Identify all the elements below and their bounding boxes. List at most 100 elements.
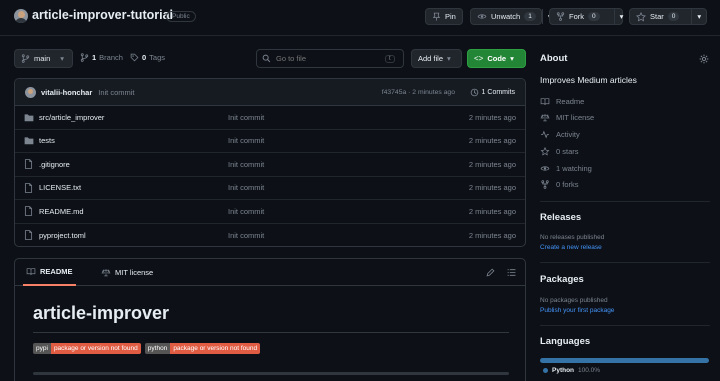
fork-label: Fork [569,12,584,21]
repo-description: Improves Medium articles [540,75,637,85]
file-icon [24,206,33,217]
tab-license[interactable]: MIT license [101,259,153,286]
pin-button[interactable]: Pin [425,8,463,25]
add-file-button[interactable]: Add file ▾ [411,49,462,68]
sidebar-divider [540,262,710,263]
tags-count: 0 [142,53,147,62]
author-avatar[interactable] [25,86,36,98]
file-row[interactable]: pyproject.toml Init commit 2 minutes ago [15,224,525,247]
unwatch-label: Unwatch [491,12,521,21]
commit-author[interactable]: vitalii-honchar [41,88,92,97]
readme-link[interactable]: Readme [540,97,584,106]
book-icon [26,267,36,276]
file-row[interactable]: README.md Init commit 2 minutes ago [15,200,525,224]
add-file-label: Add file [418,54,444,63]
activity-link-label: Activity [556,130,580,139]
go-to-file-input[interactable] [276,54,380,63]
outline-list-icon[interactable] [507,268,516,277]
file-icon [24,182,33,193]
tab-readme[interactable]: README [23,259,76,286]
stars-link[interactable]: 0 stars [540,147,579,156]
pin-label: Pin [445,12,456,21]
gear-icon[interactable] [699,54,709,64]
pulse-icon [540,130,550,139]
create-release-link[interactable]: Create a new release [540,244,602,251]
sidebar-divider [540,325,710,326]
pin-icon [432,12,441,21]
pypi-badge[interactable]: pypi package or version not found [33,343,141,354]
license-link[interactable]: MIT license [540,113,594,122]
branch-select[interactable]: main ▾ [14,49,73,68]
go-to-file-search[interactable]: t [256,49,404,68]
packages-title[interactable]: Packages [540,274,584,285]
eye-icon [540,164,550,173]
file-commit-message[interactable]: Init commit [228,207,264,216]
chevron-down-icon: ▾ [510,54,514,63]
file-name[interactable]: README.md [39,207,84,216]
star-count: 0 [667,12,680,21]
file-commit-message[interactable]: Init commit [228,160,264,169]
releases-title[interactable]: Releases [540,212,581,223]
python-badge[interactable]: python package or version not found [144,343,261,354]
branches-link[interactable]: 1 Branch [80,53,123,62]
folder-icon [24,136,34,145]
tab-license-label: MIT license [115,268,154,277]
language-item-python[interactable]: Python 100.0% [543,367,600,374]
folder-icon [24,113,34,122]
history-icon [470,88,479,97]
edit-pencil-icon[interactable] [486,268,495,277]
language-percent: 100.0% [578,367,601,374]
unwatch-button[interactable]: Unwatch 1 ▾ [470,8,552,25]
file-row[interactable]: LICENSE.txt Init commit 2 minutes ago [15,177,525,200]
activity-link[interactable]: Activity [540,130,580,139]
tag-icon [130,53,139,62]
commit-message[interactable]: Init commit [98,88,134,97]
language-color-dot [543,368,548,373]
readme-link-label: Readme [556,97,585,106]
fork-button[interactable]: Fork 0 ▾ [549,8,623,25]
file-commit-message[interactable]: Init commit [228,136,264,145]
star-dropdown-icon[interactable]: ▾ [691,9,701,24]
file-commit-time: 2 minutes ago [468,206,516,216]
publish-package-link[interactable]: Publish your first package [540,307,614,314]
forks-link[interactable]: 0 forks [540,180,579,189]
shortcut-key: t [385,54,395,63]
file-row[interactable]: src/article_improver Init commit 2 minutes… [15,106,525,130]
language-name: Python [552,367,575,374]
search-icon [262,54,271,63]
file-name[interactable]: src/article_improver [39,113,104,122]
repo-name[interactable]: article-improver-tutorial [32,8,173,22]
star-button[interactable]: Star 0 ▾ [629,8,707,25]
file-commit-message[interactable]: Init commit [228,113,264,122]
branches-label: Branch [99,53,123,62]
readme-panel: README MIT license article-improver pypi… [14,258,526,381]
file-row[interactable]: .gitignore Init commit 2 minutes ago [15,153,525,177]
file-commit-time: 2 minutes ago [468,230,516,240]
commits-label: 1 Commits [481,88,515,96]
scale-icon [540,113,550,122]
code-button[interactable]: <> Code ▾ [467,49,526,68]
file-name[interactable]: tests [39,136,55,145]
file-name[interactable]: .gitignore [39,160,70,169]
file-name[interactable]: LICENSE.txt [39,183,81,192]
no-packages-text: No packages published [540,297,608,304]
visibility-badge: Public [166,11,196,22]
file-row[interactable]: tests Init commit 2 minutes ago [15,130,525,153]
file-commit-message[interactable]: Init commit [228,183,264,192]
fork-dropdown-icon[interactable]: ▾ [613,9,623,24]
tags-link[interactable]: 0 Tags [130,53,165,62]
eye-icon [477,12,487,21]
file-name[interactable]: pyproject.toml [39,231,86,240]
watching-link[interactable]: 1 watching [540,164,592,173]
about-title: About [540,53,568,64]
tab-readme-label: README [40,267,73,276]
fork-icon [556,12,565,21]
license-link-label: MIT license [556,113,595,122]
code-label: Code [487,54,507,63]
book-icon [540,97,550,106]
commit-meta[interactable]: f43745a · 2 minutes ago [382,89,455,96]
owner-avatar[interactable] [14,9,28,23]
commits-link[interactable]: 1 Commits [470,88,515,97]
file-commit-message[interactable]: Init commit [228,231,264,240]
star-icon [636,11,646,22]
